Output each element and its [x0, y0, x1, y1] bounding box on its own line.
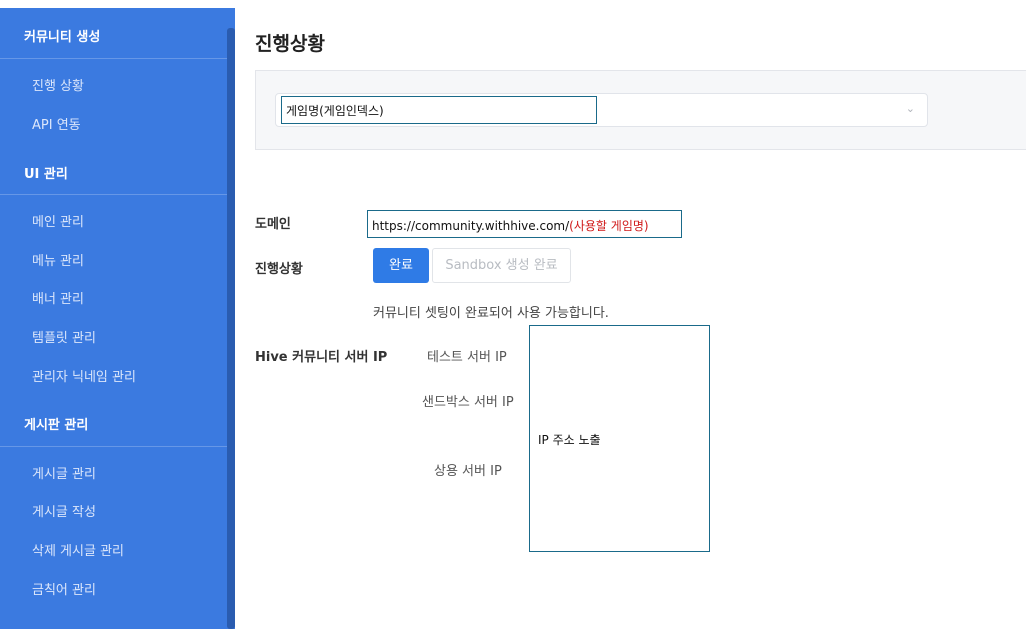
sidebar-item-progress[interactable]: 진행 상황	[32, 75, 84, 94]
ip-box-text: IP 주소 노출	[538, 433, 601, 447]
sidebar-item-banner[interactable]: 배너 관리	[32, 288, 84, 307]
chevron-down-icon: ⌄	[905, 102, 915, 115]
divider	[0, 194, 227, 195]
sidebar-scrollbar[interactable]	[227, 28, 235, 629]
sidebar-item-template[interactable]: 템플릿 관리	[32, 327, 96, 346]
domain-placeholder: (사용할 게임명)	[569, 219, 649, 233]
sidebar-item-admin-nickname[interactable]: 관리자 닉네임 관리	[32, 366, 136, 385]
hive-ip-label: Hive 커뮤니티 서버 IP	[255, 350, 388, 365]
sidebar-item-deleted-posts[interactable]: 삭제 게시글 관리	[32, 540, 124, 559]
sidebar-item-api[interactable]: API 연동	[32, 114, 81, 133]
live-server-ip-label: 상용 서버 IP	[434, 464, 502, 479]
sandbox-server-ip-label: 샌드박스 서버 IP	[422, 395, 514, 410]
domain-field[interactable]: https://community.withhive.com/(사용할 게임명)	[367, 210, 682, 238]
sidebar-item-banned-words[interactable]: 금칙어 관리	[32, 579, 96, 598]
domain-prefix: https://community.withhive.com/	[372, 219, 570, 233]
divider	[0, 58, 227, 59]
progress-label: 진행상황	[255, 262, 303, 277]
ip-address-box: IP 주소 노출	[529, 325, 710, 552]
game-select-value[interactable]: 게임명(게임인덱스)	[281, 96, 597, 124]
divider	[0, 446, 227, 447]
sidebar-item-posts[interactable]: 게시글 관리	[32, 463, 96, 482]
test-server-ip-label: 테스트 서버 IP	[427, 350, 507, 365]
status-message: 커뮤니티 셋팅이 완료되어 사용 가능합니다.	[373, 306, 609, 321]
domain-label: 도메인	[255, 217, 291, 232]
page-title: 진행상황	[255, 33, 325, 55]
sidebar-item-write-post[interactable]: 게시글 작성	[32, 501, 96, 520]
sidebar: 커뮤니티 생성 진행 상황 API 연동 UI 관리 메인 관리 메뉴 관리 배…	[0, 8, 235, 629]
done-button[interactable]: 완료	[373, 248, 429, 283]
sidebar-section-board[interactable]: 게시판 관리	[24, 414, 88, 433]
sidebar-item-menu[interactable]: 메뉴 관리	[32, 250, 84, 269]
sandbox-button[interactable]: Sandbox 생성 완료	[432, 248, 571, 283]
sidebar-section-ui[interactable]: UI 관리	[24, 163, 68, 182]
sidebar-item-main[interactable]: 메인 관리	[32, 211, 84, 230]
sidebar-section-community-create[interactable]: 커뮤니티 생성	[24, 26, 100, 45]
